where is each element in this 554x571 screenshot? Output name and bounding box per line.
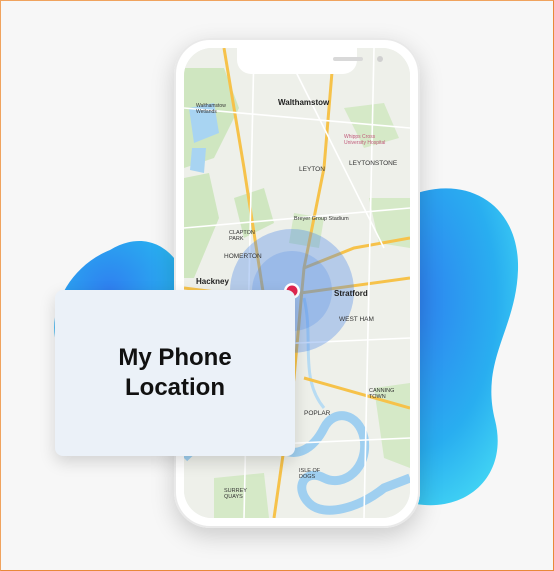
map-label-stratford: Stratford	[334, 289, 368, 298]
map-label-leytonstone: LEYTONSTONE	[349, 160, 398, 167]
camera	[377, 56, 383, 62]
speaker	[333, 57, 363, 61]
map-label-walthamstow: Walthamstow	[278, 98, 330, 107]
map-label-stadium: Breyer Group Stadium	[294, 216, 349, 222]
map-label-clapton: CLAPTON PARK	[229, 230, 255, 242]
map-label-canning-town: CANNING TOWN	[369, 388, 395, 400]
map-label-hospital: Whipps Cross University Hospital	[344, 134, 386, 146]
map-label-wetlands: Walthamstow Wetlands	[196, 103, 226, 115]
card-title: My Phone Location	[118, 344, 232, 401]
map-label-isle-of-dogs: ISLE OF DOGS	[299, 468, 321, 480]
map-label-poplar: POPLAR	[304, 410, 331, 417]
location-card: My Phone Location	[55, 290, 295, 456]
map-label-surrey-quays: SURREY QUAYS	[224, 488, 247, 500]
map-label-leyton: LEYTON	[299, 166, 325, 173]
phone-notch	[237, 48, 383, 74]
map-label-homerton: HOMERTON	[224, 253, 262, 260]
map-label-westham: WEST HAM	[339, 316, 374, 323]
map-label-hackney: Hackney	[196, 277, 229, 286]
